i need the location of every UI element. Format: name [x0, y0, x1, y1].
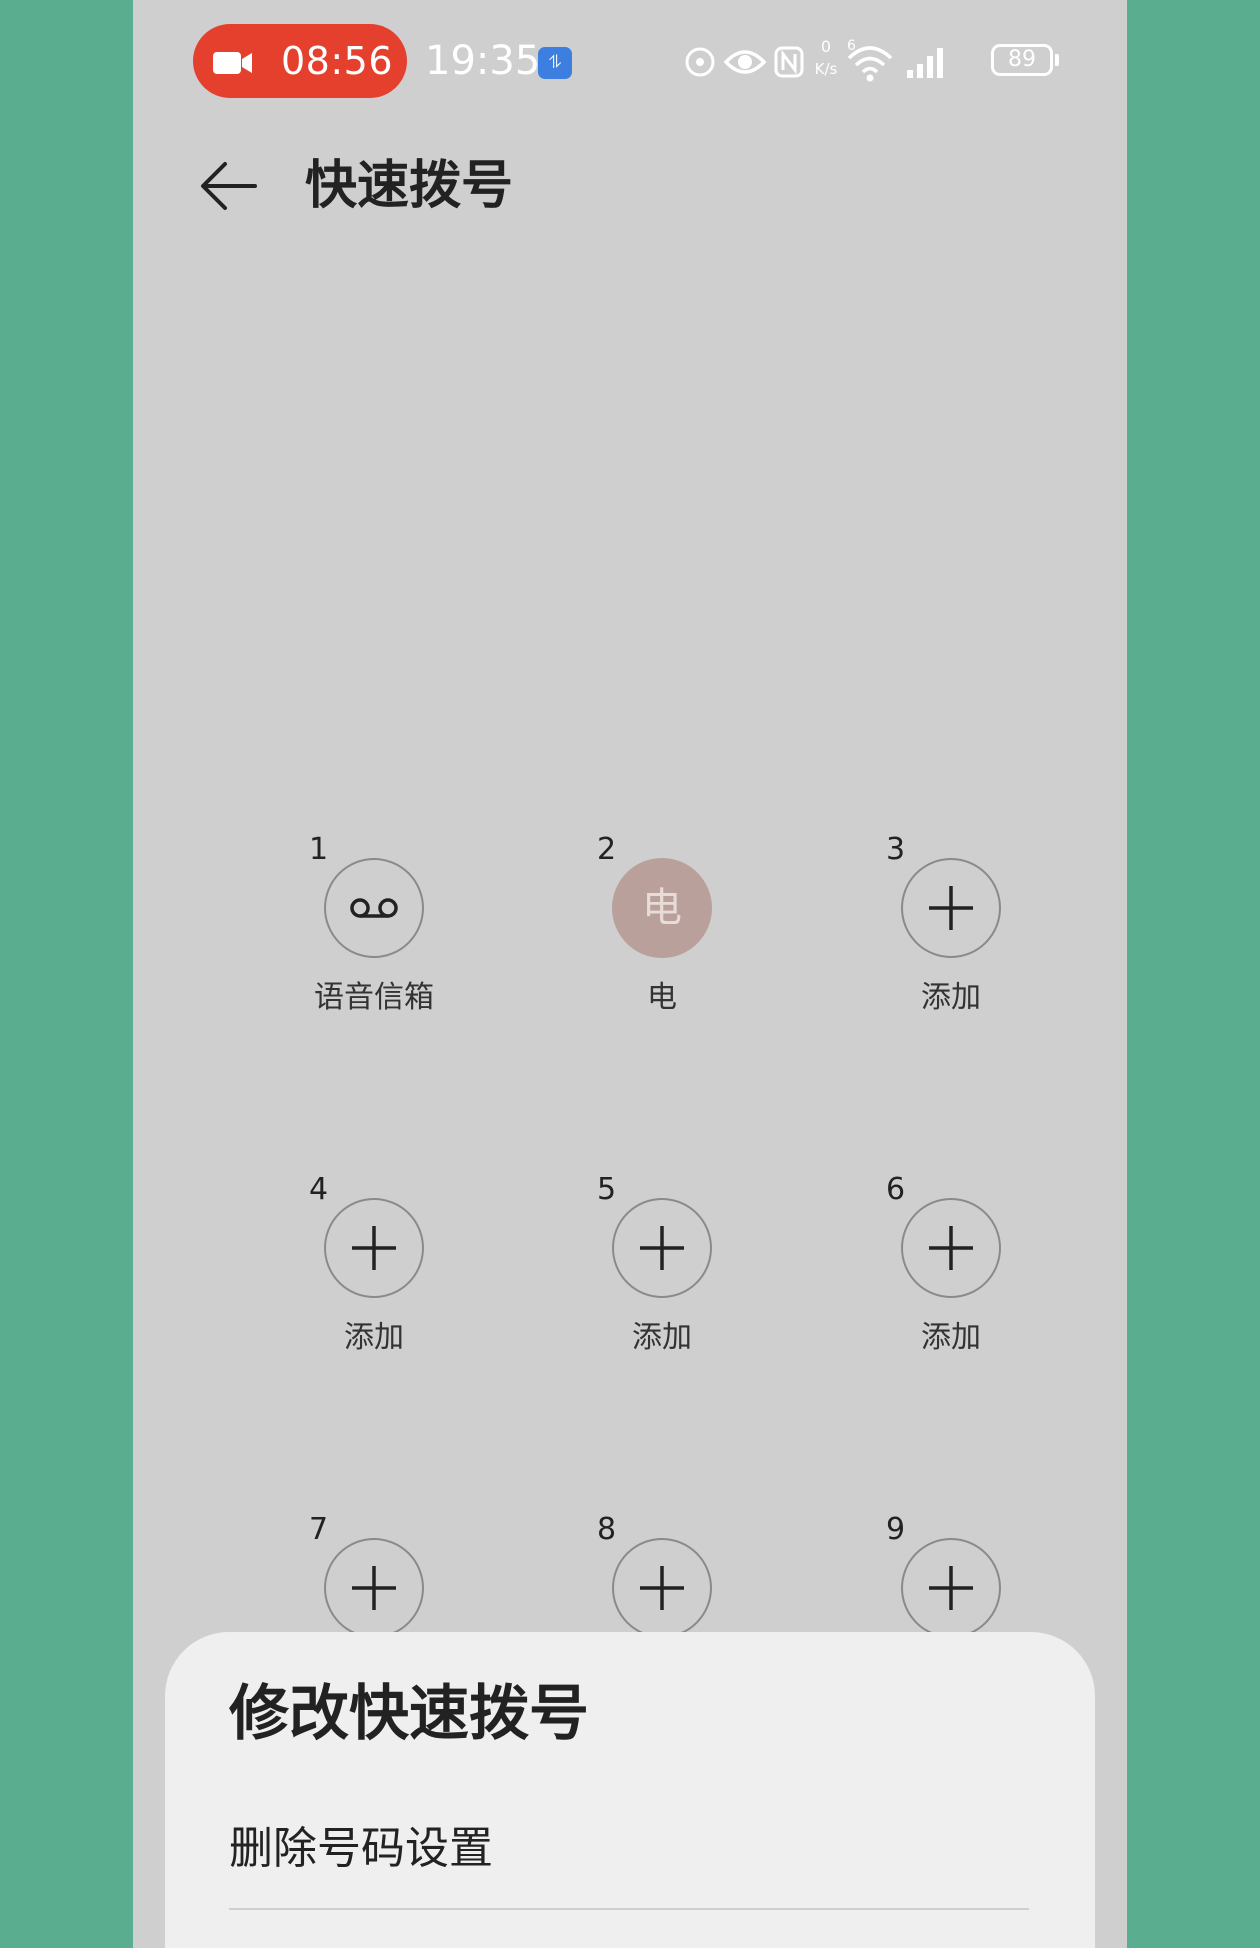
notification-badge-icon: ⥮ [538, 47, 572, 79]
recording-time: 08:56 [281, 39, 394, 83]
plus-icon [929, 1226, 973, 1270]
battery-tip [1055, 54, 1059, 66]
hotspot-icon [685, 47, 715, 77]
speed-dial-slot-3[interactable]: 3 添加 [850, 832, 1050, 1032]
speed-dial-slot-2[interactable]: 2电电 [561, 832, 761, 1032]
signal-strength-icon [907, 48, 943, 78]
speed-dial-slot-5[interactable]: 5 添加 [561, 1172, 761, 1372]
speed-dial-slot-4[interactable]: 4 添加 [273, 1172, 473, 1372]
slot-label: 电 [647, 980, 677, 1015]
plus-icon [352, 1226, 396, 1270]
delete-number-setting-option[interactable]: 删除号码设置 [229, 1812, 1029, 1886]
speed-dial-slot-1[interactable]: 1 语音信箱 [273, 832, 473, 1032]
back-arrow-icon[interactable] [199, 158, 259, 214]
voicemail-button[interactable] [324, 858, 424, 958]
speed-dial-slot-6[interactable]: 6 添加 [850, 1172, 1050, 1372]
svg-text:6: 6 [847, 38, 856, 54]
plus-icon [640, 1566, 684, 1610]
plus-icon [640, 1226, 684, 1270]
slot-label: 添加 [344, 1320, 404, 1355]
battery-indicator: 89 [991, 44, 1053, 76]
video-camera-icon [213, 52, 252, 74]
voicemail-icon [350, 898, 398, 918]
screen-recording-indicator[interactable]: 08:56 [193, 24, 407, 98]
page-title: 快速拨号 [305, 156, 514, 216]
add-contact-button[interactable] [612, 1198, 712, 1298]
nfc-icon [774, 46, 804, 78]
plus-icon [929, 886, 973, 930]
avatar-initial: 电 [642, 885, 682, 931]
add-contact-button[interactable] [324, 1198, 424, 1298]
phone-screen: 08:56 19:35 ⥮ 0 K/s 6 89 快速拨号 1 语音信箱 2 电… [133, 0, 1127, 1948]
status-clock: 19:35 [425, 38, 541, 84]
add-contact-button[interactable] [901, 1198, 1001, 1298]
divider [229, 1908, 1029, 1910]
contact-avatar[interactable]: 电 [612, 858, 712, 958]
bottom-sheet: 修改快速拨号 删除号码设置 [165, 1632, 1095, 1948]
plus-icon [929, 1566, 973, 1610]
slot-label: 语音信箱 [314, 980, 434, 1015]
sheet-title: 修改快速拨号 [229, 1679, 589, 1749]
network-speed: 0 K/s [814, 37, 838, 78]
slot-label: 添加 [921, 980, 981, 1015]
add-contact-button[interactable] [612, 1538, 712, 1638]
eye-comfort-icon [723, 50, 767, 74]
slot-label: 添加 [921, 1320, 981, 1355]
add-contact-button[interactable] [324, 1538, 424, 1638]
slot-label: 添加 [632, 1320, 692, 1355]
plus-icon [352, 1566, 396, 1610]
add-contact-button[interactable] [901, 858, 1001, 958]
wifi-icon: 6 [847, 38, 893, 82]
add-contact-button[interactable] [901, 1538, 1001, 1638]
